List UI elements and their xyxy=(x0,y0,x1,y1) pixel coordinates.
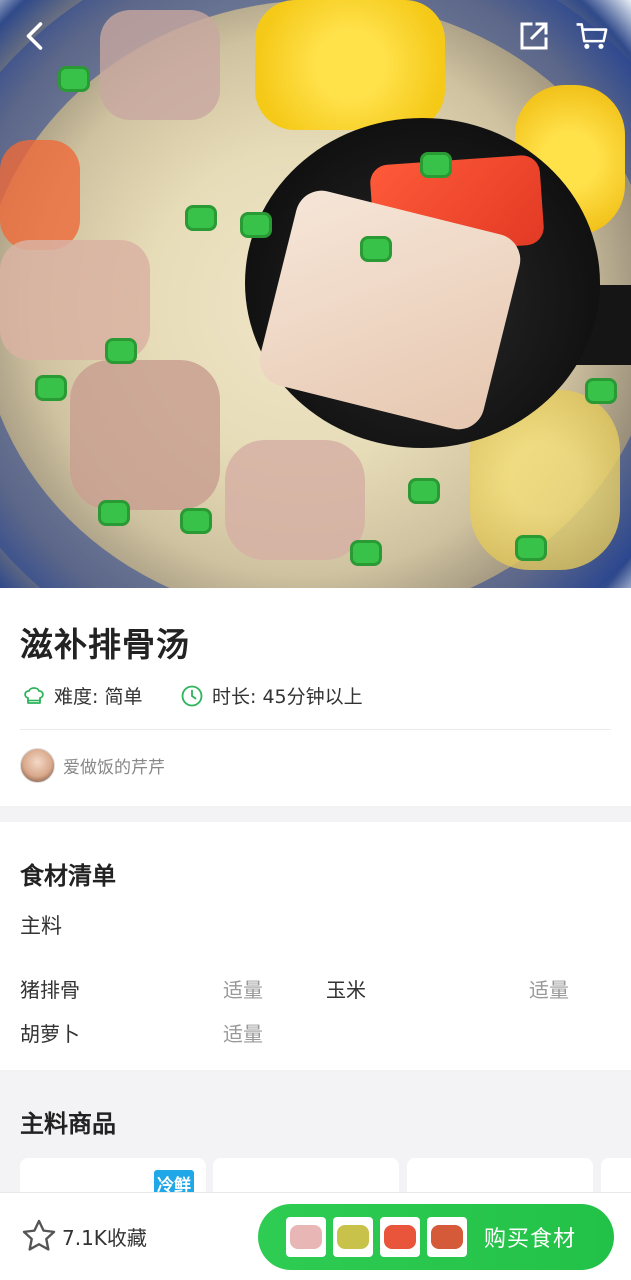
main-ingredients-label: 主料 xyxy=(20,914,62,938)
buy-label[interactable]: 购买食材 xyxy=(484,1221,576,1253)
difficulty-info: 难度: 简单 xyxy=(22,682,142,709)
share-icon[interactable] xyxy=(514,16,554,56)
clock-icon xyxy=(181,685,203,706)
ingredients-title: 食材清单 xyxy=(20,862,116,890)
duration-info: 时长: 45分钟以上 xyxy=(180,682,363,709)
scallion-piece xyxy=(360,236,392,262)
scallion-piece xyxy=(585,378,617,404)
recipe-info-card: 滋补排骨汤 难度: 简单 时长: 45分钟以上 爱做饭的芹芹 xyxy=(0,588,631,806)
author-name[interactable]: 爱做饭的芹芹 xyxy=(63,753,165,778)
scallion-piece xyxy=(185,205,217,231)
scallion-piece xyxy=(515,535,547,561)
ingredient-name: 玉米 xyxy=(326,978,366,1002)
product-thumbnail xyxy=(380,1217,420,1257)
scallion-piece xyxy=(35,375,67,401)
carrot-piece xyxy=(0,140,80,250)
rib-piece xyxy=(100,10,220,120)
scallion-piece xyxy=(105,338,137,364)
favorite-count: 7.1K收藏 xyxy=(62,1225,147,1250)
star-icon xyxy=(22,1219,56,1251)
author-row[interactable]: 爱做饭的芹芹 xyxy=(20,748,165,783)
recipe-hero-image xyxy=(0,0,631,588)
product-thumbnail xyxy=(333,1217,373,1257)
rib-piece xyxy=(70,360,220,510)
ingredient-amount: 适量 xyxy=(223,1022,263,1046)
cart-icon[interactable] xyxy=(572,16,612,56)
bottom-action-bar: 7.1K收藏 购买食材 xyxy=(0,1192,631,1280)
ingredient-amount: 适量 xyxy=(529,978,569,1002)
scallion-piece xyxy=(350,540,382,566)
duration-text: 时长: 45分钟以上 xyxy=(212,686,363,708)
product-thumbnail xyxy=(286,1217,326,1257)
difficulty-text: 难度: 简单 xyxy=(54,686,143,708)
back-arrow-icon[interactable] xyxy=(16,16,56,56)
rib-piece xyxy=(225,440,365,560)
ingredient-name: 胡萝卜 xyxy=(20,1022,80,1046)
corn-piece xyxy=(255,0,445,130)
scallion-piece xyxy=(98,500,130,526)
ingredient-amount: 适量 xyxy=(223,978,263,1002)
products-section: 主料商品 冷鲜 xyxy=(0,1070,631,1208)
divider xyxy=(20,729,611,730)
ingredients-card: 食材清单 主料 猪排骨 适量 玉米 适量 胡萝卜 适量 xyxy=(0,822,631,1070)
avatar[interactable] xyxy=(20,748,55,783)
ingredient-name: 猪排骨 xyxy=(20,978,80,1002)
favorite-button[interactable]: 7.1K收藏 xyxy=(20,1217,147,1255)
products-title: 主料商品 xyxy=(20,1110,116,1138)
product-thumbnail xyxy=(427,1217,467,1257)
scallion-piece xyxy=(58,66,90,92)
scallion-piece xyxy=(180,508,212,534)
chef-hat-icon xyxy=(24,686,44,704)
scallion-piece xyxy=(420,152,452,178)
recipe-title: 滋补排骨汤 xyxy=(20,625,190,664)
scallion-piece xyxy=(240,212,272,238)
scallion-piece xyxy=(408,478,440,504)
buy-ingredients-button[interactable]: 购买食材 xyxy=(258,1204,614,1270)
